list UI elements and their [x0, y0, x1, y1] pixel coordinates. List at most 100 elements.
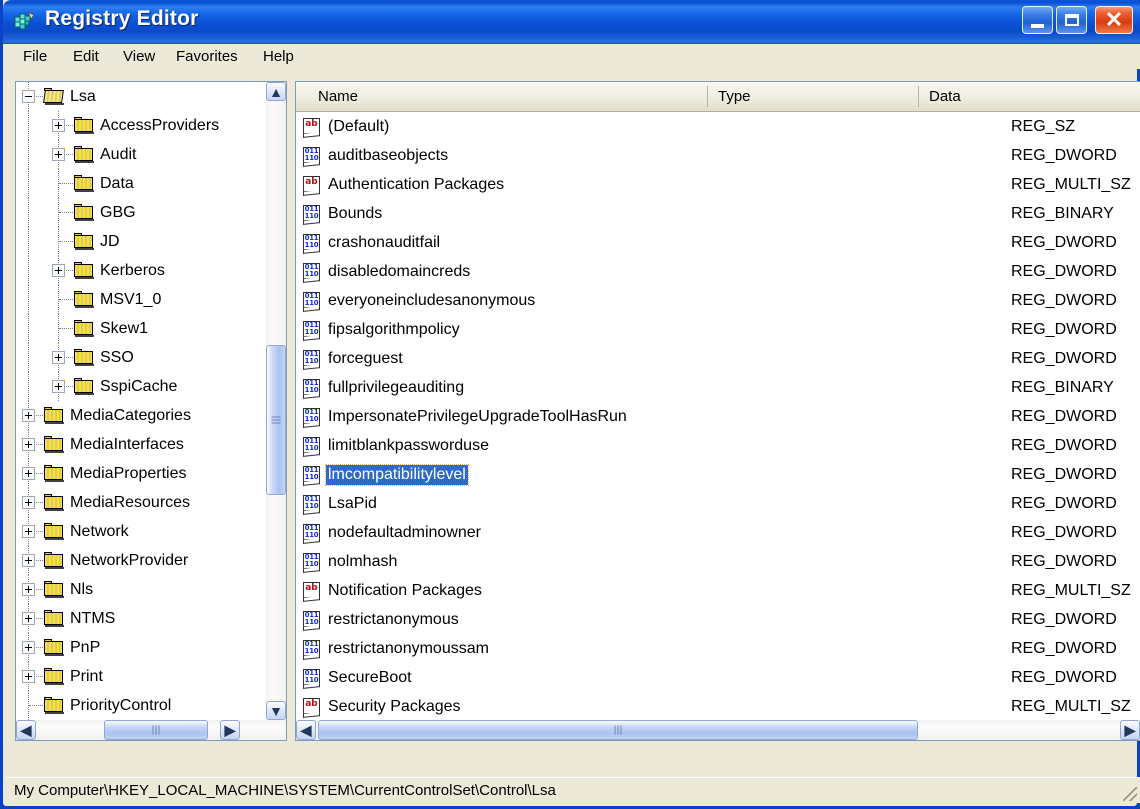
table-row[interactable]: 011110restrictanonymousREG_DWORD0x000000… [296, 605, 1140, 634]
table-row[interactable]: 011110forceguestREG_DWORD0x00000001 (1) [296, 344, 1140, 373]
string-value-icon: ab [303, 118, 322, 138]
expand-icon[interactable] [52, 119, 65, 132]
minimize-button[interactable] [1022, 6, 1053, 34]
table-row[interactable]: abNotification PackagesREG_MULTI_SZscecl… [296, 576, 1140, 605]
tree-item-pnp[interactable]: PnP [16, 633, 268, 662]
tree-item-network[interactable]: Network [16, 517, 268, 546]
table-row[interactable]: abAuthentication PackagesREG_MULTI_SZmsv… [296, 170, 1140, 199]
table-row[interactable]: 011110nodefaultadminownerREG_DWORD0x0000… [296, 518, 1140, 547]
tree-item-data[interactable]: Data [16, 169, 268, 198]
table-row[interactable]: 011110fullprivilegeauditingREG_BINARY00 [296, 373, 1140, 402]
tree-item-label: PriorityControl [70, 697, 172, 714]
value-name: Authentication Packages [328, 176, 505, 193]
tree-item-lsa[interactable]: Lsa [16, 82, 268, 111]
tree-item-msv1-0[interactable]: MSV1_0 [16, 285, 268, 314]
tree-scroll-thumb[interactable] [266, 345, 286, 495]
tree-scroll-down-button[interactable]: ▼ [266, 701, 286, 720]
resize-grip-icon[interactable] [1123, 787, 1137, 801]
folder-icon [44, 552, 64, 569]
title-bar[interactable]: Registry Editor ✕ [3, 0, 1140, 44]
list-scroll-left-button[interactable]: ◀ [296, 720, 316, 740]
expand-icon[interactable] [52, 380, 65, 393]
registry-tree-pane[interactable]: Lsa AccessProviders Audit Data GBG JD Kerberos… [15, 81, 287, 741]
expand-icon[interactable] [22, 438, 35, 451]
table-row[interactable]: 011 110 ImpersonatePrivilegeUpgradeToolHas… [296, 402, 1140, 431]
menu-help[interactable]: Help [256, 47, 301, 66]
tree-item-skew1[interactable]: Skew1 [16, 314, 268, 343]
table-row[interactable]: 011110nolmhashREG_DWORD0x00000001 (1) [296, 547, 1140, 576]
tree-scroll-up-button[interactable]: ▲ [266, 82, 286, 101]
expand-icon[interactable] [22, 583, 35, 596]
tree-item-mediaresources[interactable]: MediaResources [16, 488, 268, 517]
table-row[interactable]: 011110restrictanonymoussamREG_DWORD0x000… [296, 634, 1140, 663]
expand-icon[interactable] [22, 670, 35, 683]
table-row[interactable]: 011110LsaPidREG_DWORD0x000002b4 (692) [296, 489, 1140, 518]
table-row[interactable]: ab(Default)REG_SZ(value not set) [296, 112, 1140, 141]
tree-scroll-left-button[interactable]: ◀ [16, 720, 36, 740]
tree-item-sspicache[interactable]: SspiCache [16, 372, 268, 401]
table-row[interactable]: 011110auditbaseobjectsREG_DWORD0x0000000… [296, 141, 1140, 170]
expand-icon[interactable] [22, 612, 35, 625]
table-row[interactable]: 011110disabledomaincredsREG_DWORD0x00000… [296, 257, 1140, 286]
expand-icon[interactable] [22, 641, 35, 654]
close-button[interactable]: ✕ [1095, 6, 1133, 34]
collapse-icon[interactable] [22, 90, 35, 103]
tree-item-nls[interactable]: Nls [16, 575, 268, 604]
table-row[interactable]: abSecurity PackagesREG_MULTI_SZkerberos … [296, 692, 1140, 721]
table-row[interactable]: 011110BoundsREG_BINARY00 30 00 00 00 20 … [296, 199, 1140, 228]
column-header-name[interactable]: Name [308, 82, 708, 111]
column-header-type[interactable]: Type [708, 82, 918, 111]
tree-hscroll-thumb[interactable] [104, 720, 208, 740]
table-row[interactable]: 011 110 everyoneincludesanonymous REG_DWORD… [296, 286, 1140, 315]
tree-item-audit[interactable]: Audit [16, 140, 268, 169]
expand-icon[interactable] [52, 351, 65, 364]
registry-values-pane[interactable]: Name Type Data ab(Default)REG_SZ(value n… [295, 81, 1140, 741]
folder-icon [74, 378, 94, 395]
expand-icon[interactable] [22, 409, 35, 422]
value-type: REG_DWORD [1011, 640, 1117, 657]
tree-item-print[interactable]: Print [16, 662, 268, 691]
value-type: REG_MULTI_SZ [1011, 698, 1131, 715]
menu-file[interactable]: File [16, 47, 54, 66]
tree-item-mediainterfaces[interactable]: MediaInterfaces [16, 430, 268, 459]
menu-favorites[interactable]: Favorites [169, 47, 245, 66]
expand-icon[interactable] [22, 496, 35, 509]
folder-icon [74, 117, 94, 134]
tree-item-kerberos[interactable]: Kerberos [16, 256, 268, 285]
list-horizontal-scrollbar[interactable]: ◀ ▶ [296, 720, 1140, 740]
tree-scroll-right-button[interactable]: ▶ [220, 720, 240, 740]
tree-vertical-scrollbar[interactable]: ▲ ▼ [266, 82, 286, 720]
list-scroll-right-button[interactable]: ▶ [1120, 720, 1140, 740]
table-row[interactable]: 011110SecureBootREG_DWORD0x00000001 (1) [296, 663, 1140, 692]
menu-edit[interactable]: Edit [66, 47, 106, 66]
tree-item-label: SspiCache [100, 378, 178, 395]
table-row[interactable]: 011110crashonauditfailREG_DWORD0x0000000… [296, 228, 1140, 257]
tree-horizontal-scrollbar[interactable]: ◀ ▶ [16, 720, 286, 740]
list-hscroll-thumb[interactable] [318, 720, 918, 740]
expand-icon[interactable] [52, 148, 65, 161]
tree-item-prioritycontrol[interactable]: PriorityControl [16, 691, 268, 720]
expand-icon[interactable] [52, 264, 65, 277]
maximize-button[interactable] [1056, 6, 1087, 34]
tree-item-sso[interactable]: SSO [16, 343, 268, 372]
table-row[interactable]: 011110lmcompatibilitylevelREG_DWORD0x000… [296, 460, 1140, 489]
list-column-headers[interactable]: Name Type Data [296, 82, 1140, 112]
binary-value-icon: 011 110 [303, 466, 322, 486]
column-header-data[interactable]: Data [919, 82, 1140, 111]
expand-icon[interactable] [22, 525, 35, 538]
expand-icon[interactable] [22, 554, 35, 567]
tree-item-mediacategories[interactable]: MediaCategories [16, 401, 268, 430]
tree-item-mediaproperties[interactable]: MediaProperties [16, 459, 268, 488]
table-row[interactable]: 011110fipsalgorithmpolicyREG_DWORD0x0000… [296, 315, 1140, 344]
tree-item-ntms[interactable]: NTMS [16, 604, 268, 633]
menu-view[interactable]: View [116, 47, 162, 66]
expand-icon[interactable] [22, 467, 35, 480]
tree-item-gbg[interactable]: GBG [16, 198, 268, 227]
value-type: REG_DWORD [1011, 669, 1117, 686]
tree-item-accessproviders[interactable]: AccessProviders [16, 111, 268, 140]
table-row[interactable]: 011110limitblankpassworduseREG_DWORD0x00… [296, 431, 1140, 460]
tree-item-networkprovider[interactable]: NetworkProvider [16, 546, 268, 575]
binary-value-icon: 011 110 [303, 669, 322, 689]
value-name: ImpersonatePrivilegeUpgradeToolHasRun [328, 408, 627, 425]
tree-item-jd[interactable]: JD [16, 227, 268, 256]
